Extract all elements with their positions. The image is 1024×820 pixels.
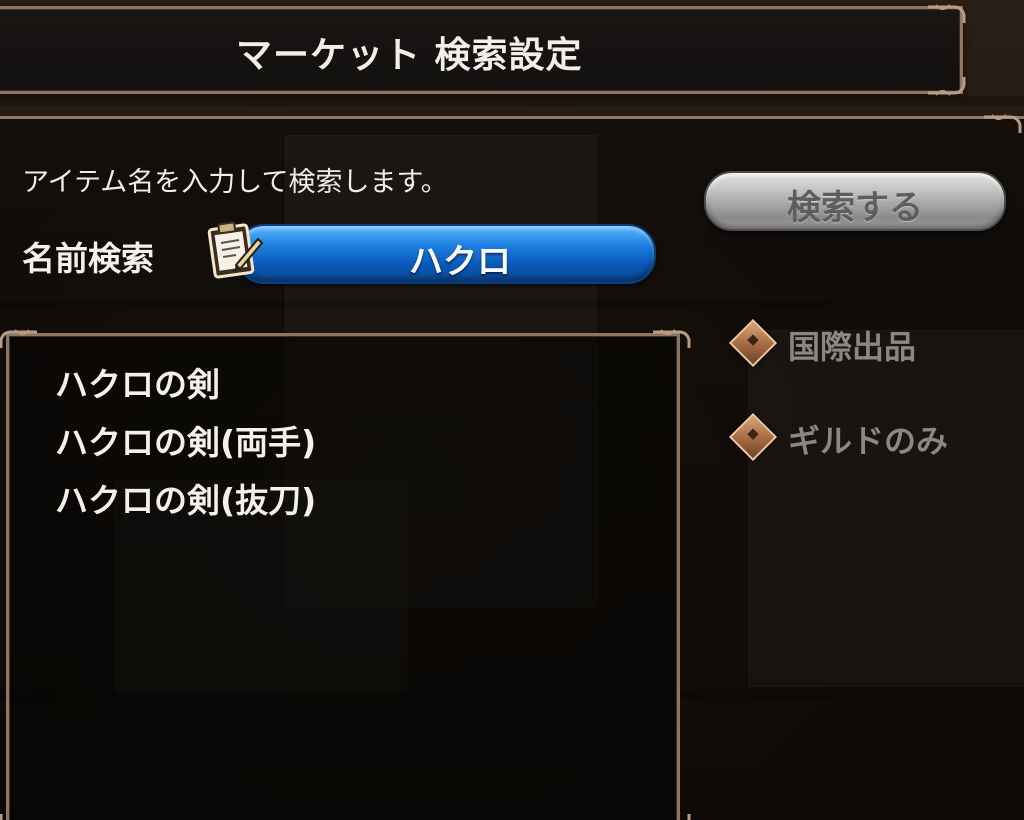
corner-ornament-icon <box>0 814 3 820</box>
result-item[interactable]: ハクロの剣(抜刀) <box>55 474 316 522</box>
corner-ornament-icon <box>928 4 966 23</box>
filter-international-listing[interactable]: 国際出品 <box>728 318 944 370</box>
name-search-input[interactable]: ハクロ <box>236 224 656 284</box>
page-title: マーケット 検索設定 <box>236 35 583 76</box>
corner-ornament-icon <box>984 114 1022 133</box>
diamond-toggle-icon <box>728 318 778 368</box>
background-plank <box>0 96 1024 106</box>
corner-ornament-icon <box>687 814 691 820</box>
filter-label: ギルドのみ <box>788 422 949 460</box>
corner-ornament-icon <box>0 329 37 348</box>
diamond-toggle-icon <box>728 412 778 462</box>
search-button[interactable]: 検索する <box>704 171 1006 231</box>
result-item[interactable]: ハクロの剣 <box>55 358 220 406</box>
market-search-screen: マーケット 検索設定 アイテム名を入力して検索します。 名前検索 ハクロ 検索す… <box>0 0 1024 820</box>
corner-ornament-icon <box>928 77 966 96</box>
name-search-value: ハクロ <box>409 242 511 282</box>
filter-guild-only[interactable]: ギルドのみ <box>728 412 974 464</box>
name-search-label: 名前検索 <box>22 239 154 278</box>
search-button-label: 検索する <box>787 188 923 228</box>
search-instruction: アイテム名を入力して検索します。 <box>22 167 448 198</box>
result-item[interactable]: ハクロの剣(両手) <box>55 416 316 464</box>
clipboard-edit-icon[interactable] <box>206 219 264 281</box>
filter-label: 国際出品 <box>788 328 917 366</box>
search-results-list: ハクロの剣 ハクロの剣(両手) ハクロの剣(抜刀) <box>0 329 691 820</box>
corner-ornament-icon <box>653 329 691 348</box>
